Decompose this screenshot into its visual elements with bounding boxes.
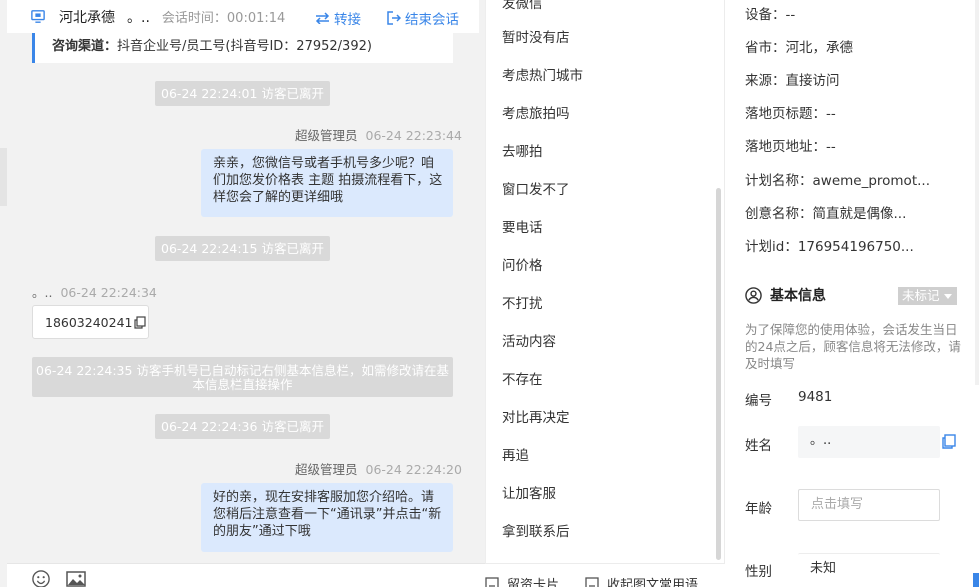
phrase-icon [585, 576, 599, 587]
info-source: 来源：直接访问 [745, 73, 840, 89]
consult-channel-label: 咨询渠道： [52, 39, 118, 54]
quick-reply-item[interactable]: 活动内容 [502, 330, 556, 350]
user-circle-icon [745, 286, 762, 304]
quick-reply-item[interactable]: 对比再决定 [502, 406, 570, 426]
sender-name: 。.. [32, 285, 53, 300]
chat-header: 河北承德 。.. 会话时间：00:01:14 转接 结束会话 [7, 0, 479, 33]
compose-toolbar [7, 563, 485, 587]
visitor-phone-message[interactable]: 18603240241 [32, 305, 149, 339]
caret-down-icon [944, 294, 952, 299]
quick-reply-toolbar: 留资卡片 收起图文常用语 [485, 563, 725, 587]
copy-icon[interactable] [942, 434, 956, 449]
quick-reply-item[interactable]: 问价格 [502, 254, 543, 274]
quick-reply-item[interactable]: 发微信 [502, 0, 543, 12]
agent-message-bubble: 亲亲，您微信号或者手机号多少呢？咱们加您发价格表 主题 拍摄流程看下，这样您会了… [201, 149, 453, 217]
visitor-name: 。.. [127, 9, 150, 26]
visitor-info-panel: 设备：-- 省市：河北，承德 来源：直接访问 落地页标题：-- 落地页地址：--… [726, 0, 979, 587]
info-creative-name: 创意名称：简直就是偶像... [745, 206, 907, 222]
lead-card-label: 留资卡片 [507, 578, 560, 587]
quick-reply-item[interactable]: 不存在 [502, 368, 543, 388]
message-meta: 超级管理员 06-24 22:24:20 [295, 459, 462, 478]
info-plan-name: 计划名称：aweme_promot... [745, 173, 930, 189]
emoji-icon[interactable] [31, 570, 51, 587]
number-label: 编号 [745, 393, 772, 409]
consult-channel-value: 抖音企业号/员工号(抖音号ID：27952/392) [117, 39, 372, 54]
system-message: 06-24 22:24:15 访客已离开 [155, 236, 330, 261]
age-input[interactable]: 点击填写 [798, 489, 940, 521]
lead-card-button[interactable]: 留资卡片 [485, 574, 559, 587]
name-label: 姓名 [745, 438, 772, 454]
message-time: 06-24 22:24:34 [60, 285, 157, 300]
tag-label: 未标记 [902, 288, 940, 303]
floating-action-tab[interactable] [973, 573, 979, 587]
quick-reply-item[interactable]: 再追 [502, 444, 529, 464]
message-time: 06-24 22:23:44 [365, 128, 462, 143]
transfer-button[interactable]: 转接 [315, 8, 361, 28]
image-upload-icon[interactable] [66, 571, 86, 587]
visitor-location: 河北承德 [59, 9, 115, 26]
sender-name: 超级管理员 [295, 462, 358, 477]
info-landing-url: 落地页地址：-- [745, 139, 836, 155]
phone-number: 18603240241 [45, 314, 133, 330]
gender-label: 性别 [745, 564, 772, 580]
quick-reply-scrollbar[interactable] [716, 188, 721, 560]
age-label: 年龄 [745, 501, 772, 517]
quick-reply-item[interactable]: 暂时没有店 [502, 26, 570, 46]
message-meta: 。.. 06-24 22:24:34 [32, 282, 157, 301]
quick-reply-list[interactable]: 发微信 暂时没有店 考虑热门城市 考虑旅拍吗 去哪拍 窗口发不了 要电话 问价格… [485, 0, 725, 587]
system-notice: 06-24 22:24:35 访客手机号已自动标记右侧基本信息栏，如需修改请在基… [32, 357, 453, 397]
gender-select[interactable]: 未知 [798, 553, 940, 585]
transfer-icon [315, 12, 330, 24]
info-panel-scrollbar[interactable] [975, 0, 979, 385]
message-list[interactable]: 06-24 22:24:01 访客已离开 超级管理员 06-24 22:23:44… [7, 71, 479, 563]
info-province-city: 省市：河北，承德 [745, 40, 853, 56]
quick-reply-item[interactable]: 让加客服 [502, 482, 556, 502]
quick-reply-item[interactable]: 拿到联系后 [502, 520, 570, 540]
quick-reply-item[interactable]: 去哪拍 [502, 140, 543, 160]
basic-info-header: 基本信息 [745, 285, 826, 305]
tag-dropdown[interactable]: 未标记 [898, 287, 957, 305]
left-edge-tab[interactable] [0, 148, 7, 206]
end-session-label: 结束会话 [405, 12, 459, 28]
consult-channel-card: 咨询渠道：抖音企业号/员工号(抖音号ID：27952/392) [32, 33, 453, 63]
card-icon [485, 576, 499, 587]
basic-info-title: 基本信息 [770, 288, 826, 304]
quick-reply-item[interactable]: 考虑热门城市 [502, 64, 583, 84]
monitor-icon [31, 8, 49, 26]
system-message: 06-24 22:24:36 访客已离开 [155, 414, 330, 439]
number-value: 9481 [798, 389, 833, 405]
quick-reply-item[interactable]: 要电话 [502, 216, 543, 236]
quick-reply-item[interactable]: 窗口发不了 [502, 178, 570, 198]
end-session-button[interactable]: 结束会话 [387, 8, 459, 28]
info-device: 设备：-- [745, 7, 796, 23]
agent-message-bubble: 好的亲，现在安排客服加您介绍哈。请您稍后注意查看一下“通讯录”并点击“新的朋友”… [201, 483, 453, 552]
transfer-label: 转接 [334, 12, 361, 28]
quick-reply-item[interactable]: 不打扰 [502, 292, 543, 312]
system-message: 06-24 22:24:01 访客已离开 [155, 81, 330, 106]
collapse-phrases-label: 收起图文常用语 [607, 578, 699, 587]
info-plan-id: 计划id：176954196750... [745, 239, 914, 255]
session-timer: 会话时间：00:01:14 [161, 11, 286, 26]
info-landing-title: 落地页标题：-- [745, 106, 836, 122]
message-meta: 超级管理员 06-24 22:23:44 [295, 125, 462, 144]
quick-reply-item[interactable]: 考虑旅拍吗 [502, 102, 570, 122]
name-field[interactable]: 。.. [798, 426, 940, 458]
exit-icon [387, 11, 401, 25]
message-time: 06-24 22:24:20 [365, 462, 462, 477]
chat-workspace: 河北承德 。.. 会话时间：00:01:14 转接 结束会话 咨询渠道：抖音企业… [0, 0, 979, 587]
collapse-phrases-button[interactable]: 收起图文常用语 [585, 574, 698, 587]
sender-name: 超级管理员 [295, 128, 358, 143]
copy-icon[interactable] [134, 315, 147, 329]
edit-deadline-notice: 为了保障您的使用体验，会话发生当日的24点之后，顾客信息将无法修改，请及时填写 [745, 322, 961, 371]
